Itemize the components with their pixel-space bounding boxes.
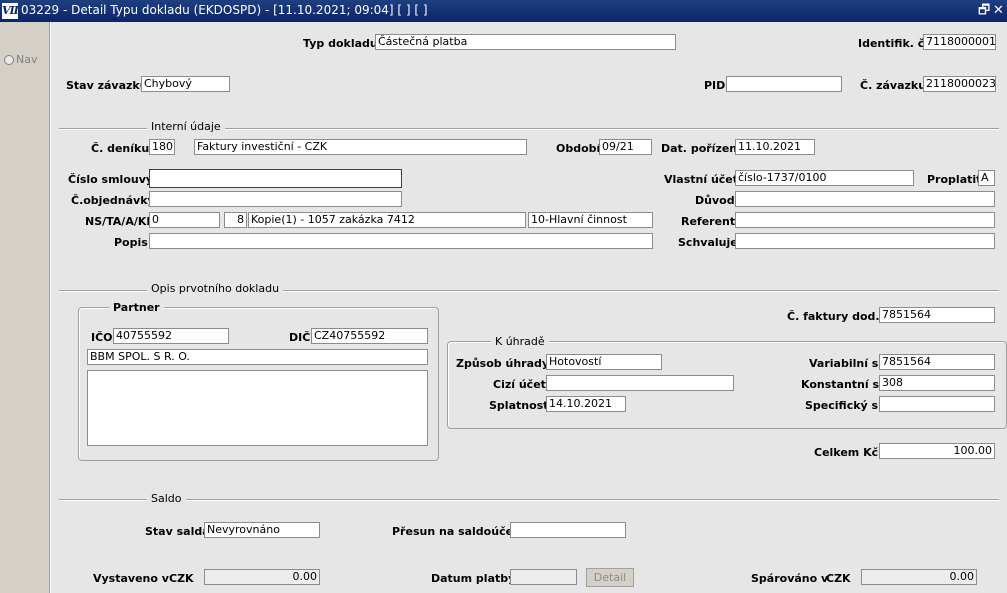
- ico-label: IČO: [91, 331, 113, 344]
- pid-field[interactable]: [726, 76, 842, 92]
- cislo-smlouvy-field[interactable]: [149, 169, 402, 188]
- close-window-icon[interactable]: ✕: [993, 3, 1004, 19]
- stav-salda-label: Stav salda: [145, 525, 210, 538]
- sparovano-field[interactable]: 0.00: [861, 569, 977, 585]
- vystaveno-field[interactable]: 0.00: [204, 569, 320, 585]
- variabilni-label: Variabilní s.: [809, 357, 883, 370]
- window-title: 03229 - Detail Typu dokladu (EKDOSPD) - …: [21, 3, 428, 17]
- splatnost-label: Splatnost: [489, 399, 549, 412]
- detail-form: Typ dokladu Částečná platba Identifik. č…: [50, 22, 1007, 593]
- restore-window-icon[interactable]: 🗗: [978, 3, 990, 19]
- c-zavazku-label: Č. závazku: [860, 79, 927, 92]
- duvod-label: Důvod: [695, 194, 735, 207]
- partner-address-field[interactable]: [87, 370, 428, 446]
- presun-field[interactable]: [510, 522, 626, 538]
- stav-zavazku-field[interactable]: Chybový: [141, 76, 230, 92]
- ns-ta-a-kp-label: NS/TA/A/KP: [85, 215, 155, 228]
- cizi-ucet-label: Cizí účet: [493, 378, 546, 391]
- proplatit-field[interactable]: A: [978, 170, 995, 186]
- datum-platby-field[interactable]: [510, 569, 577, 585]
- pid-label: PID: [704, 79, 726, 92]
- zpusob-uhrady-label: Způsob úhrady: [456, 357, 550, 370]
- opis-section-title: Opis prvotního dokladu: [147, 282, 284, 295]
- sidebar: Nav: [0, 22, 50, 593]
- cizi-ucet-field[interactable]: [546, 375, 734, 391]
- saldo-separator: [59, 499, 999, 501]
- ta-field[interactable]: 8: [224, 212, 247, 228]
- specificky-label: Specifický s.: [805, 399, 883, 412]
- vystaveno-label: Vystaveno v: [93, 572, 169, 585]
- nav-radio-icon[interactable]: [4, 55, 14, 65]
- partner-name-field[interactable]: BBM SPOL. S R. O.: [87, 349, 428, 365]
- obdobi-label: Období: [556, 142, 601, 155]
- cislo-smlouvy-label: Číslo smlouvy: [68, 173, 154, 186]
- typ-dokladu-field[interactable]: Částečná platba: [375, 34, 676, 50]
- kp-field[interactable]: 10-Hlavní činnost: [528, 212, 653, 228]
- schvaluje-field[interactable]: [735, 233, 995, 249]
- ico-field[interactable]: 40755592: [113, 328, 229, 344]
- schvaluje-label: Schvaluje: [678, 236, 738, 249]
- celkem-label: Celkem Kč: [814, 446, 879, 459]
- datum-platby-label: Datum platby: [431, 572, 516, 585]
- denik-name-field[interactable]: Faktury investiční - CZK: [194, 139, 527, 155]
- nav-label[interactable]: Nav: [16, 53, 37, 66]
- duvod-field[interactable]: [735, 191, 995, 207]
- partner-group-title: Partner: [109, 301, 164, 314]
- variabilni-field[interactable]: 7851564: [879, 354, 995, 370]
- dat-porizeni-label: Dat. pořízení: [661, 142, 741, 155]
- saldo-section-title: Saldo: [147, 492, 186, 505]
- dic-label: DIČ: [289, 331, 311, 344]
- c-faktury-label: Č. faktury dod.: [787, 310, 880, 323]
- stav-zavazku-label: Stav závazku: [66, 79, 148, 92]
- splatnost-field[interactable]: 14.10.2021: [546, 396, 626, 412]
- ns-field[interactable]: 0: [149, 212, 220, 228]
- identifik-field[interactable]: 7118000001: [923, 34, 996, 50]
- typ-dokladu-label: Typ dokladu: [303, 37, 378, 50]
- vystaveno-currency: CZK: [169, 572, 194, 585]
- referent-field[interactable]: [735, 212, 995, 228]
- detail-button[interactable]: Detail: [586, 568, 634, 587]
- dat-porizeni-field[interactable]: 11.10.2021: [735, 139, 815, 155]
- popis-label: Popis: [114, 236, 148, 249]
- app-icon: Ⅶ: [2, 3, 19, 19]
- zpusob-uhrady-field[interactable]: Hotovostí: [546, 354, 662, 370]
- popis-field[interactable]: [149, 233, 653, 249]
- sparovano-currency: CZK: [826, 572, 851, 585]
- sparovano-label: Spárováno v: [751, 572, 829, 585]
- c-faktury-field[interactable]: 7851564: [879, 307, 995, 323]
- specificky-field[interactable]: [879, 396, 995, 412]
- proplatit-label: Proplatit: [927, 173, 982, 186]
- referent-label: Referent: [681, 215, 736, 228]
- presun-label: Přesun na saldoúčet: [392, 525, 519, 538]
- a-field[interactable]: Kopie(1) - 1057 zakázka 7412: [248, 212, 526, 228]
- identifik-label: Identifik. č.: [858, 37, 929, 50]
- c-deniku-field[interactable]: 180: [149, 139, 175, 155]
- konstantni-label: Konstantní s.: [801, 378, 884, 391]
- celkem-field[interactable]: 100.00: [879, 443, 995, 459]
- k-uhrade-group-title: K úhradě: [491, 335, 549, 348]
- c-zavazku-field[interactable]: 2118000023: [923, 76, 996, 92]
- vlastni-ucet-field[interactable]: číslo-1737/0100: [735, 170, 914, 186]
- stav-salda-field[interactable]: Nevyrovnáno: [204, 522, 320, 538]
- interni-section-title: Interní údaje: [147, 120, 225, 133]
- c-objednavky-label: Č.objednávky: [71, 194, 155, 207]
- vlastni-ucet-label: Vlastní účet: [664, 173, 739, 186]
- obdobi-field[interactable]: 09/21: [599, 139, 652, 155]
- konstantni-field[interactable]: 308: [879, 375, 995, 391]
- title-bar: Ⅶ 03229 - Detail Typu dokladu (EKDOSPD) …: [0, 0, 1007, 22]
- dic-field[interactable]: CZ40755592: [311, 328, 428, 344]
- c-objednavky-field[interactable]: [149, 191, 402, 207]
- c-deniku-label: Č. deníku: [91, 142, 150, 155]
